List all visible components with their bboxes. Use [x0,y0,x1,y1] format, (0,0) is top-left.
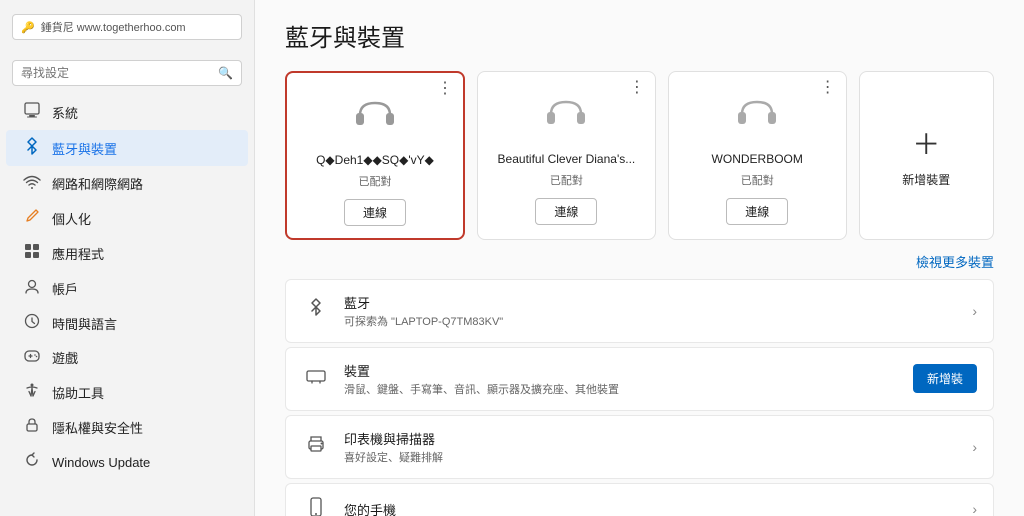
bluetooth-settings-icon [302,298,330,323]
address-icon: 🔑 [21,21,35,34]
devices-action: 新增裝 [913,364,977,393]
privacy-icon [22,417,42,437]
sidebar-item-apps[interactable]: 應用程式 [6,236,248,270]
address-text: 錘貨尼 www.togetherhoo.com [41,19,186,35]
connect-btn-3[interactable]: 連線 [726,198,788,225]
windows-update-icon [22,452,42,472]
device-name-1: Q◆Deh1◆◆SQ◆'vY◆ [316,153,434,169]
address-bar: 🔑 錘貨尼 www.togetherhoo.com [12,14,242,40]
sidebar-item-network[interactable]: 網路和網際網路 [6,167,248,200]
device-card-1[interactable]: ⋮ Q◆Deh1◆◆SQ◆'vY◆ 已配對 連線 [285,71,465,240]
sidebar-label-windows-update: Windows Update [52,455,150,470]
printers-settings-icon [302,435,330,458]
sidebar-label-time: 時間與語言 [52,314,117,333]
add-device-card[interactable]: ＋ 新增裝置 [859,71,994,240]
phone-settings-title: 您的手機 [344,500,958,516]
phone-settings-text: 您的手機 [344,500,958,516]
device-status-2: 已配對 [550,172,583,188]
bluetooth-settings-title: 藍牙 [344,293,958,312]
sidebar-label-gaming: 遊戲 [52,348,78,367]
sidebar-label-accessibility: 協助工具 [52,383,104,402]
bluetooth-settings-sub: 可探索為 "LAPTOP-Q7TM83KV" [344,313,958,329]
device-status-1: 已配對 [359,173,392,189]
devices-settings-title: 裝置 [344,361,899,380]
page-header: 藍牙與裝置 [255,0,1024,63]
accessibility-icon [22,382,42,402]
sidebar-item-privacy[interactable]: 隱私權與安全性 [6,410,248,444]
bluetooth-settings-row[interactable]: 藍牙 可探索為 "LAPTOP-Q7TM83KV" › [285,279,994,343]
sidebar-label-apps: 應用程式 [52,244,104,263]
sidebar-item-system[interactable]: 系統 [6,95,248,129]
headphone-icon-2 [543,94,589,142]
view-more-link[interactable]: 檢視更多裝置 [916,252,994,271]
sidebar-item-personalization[interactable]: 個人化 [6,201,248,235]
gaming-icon [22,349,42,367]
nav-items: 系統 藍牙與裝置 網路和網際網路 個人化 應用程 [0,94,254,516]
sidebar: 🔑 錘貨尼 www.togetherhoo.com 🔍 系統 藍牙與裝置 網路 [0,0,255,516]
add-device-button[interactable]: 新增裝 [913,364,977,393]
printers-settings-sub: 喜好設定、疑難排解 [344,449,958,465]
settings-section: 藍牙 可探索為 "LAPTOP-Q7TM83KV" › 裝置 滑鼠、鍵盤、手寫筆… [255,279,1024,516]
network-icon [22,175,42,193]
sidebar-item-gaming[interactable]: 遊戲 [6,341,248,374]
add-device-icon: ＋ [912,123,940,163]
printers-settings-text: 印表機與掃描器 喜好設定、疑難排解 [344,429,958,465]
device-card-3[interactable]: ⋮ WONDERBOOM 已配對 連線 [668,71,847,240]
sidebar-label-personalization: 個人化 [52,209,91,228]
sidebar-item-accounts[interactable]: 帳戶 [6,271,248,305]
search-input[interactable] [21,66,212,80]
more-menu-btn-3[interactable]: ⋮ [820,80,836,96]
device-name-2: Beautiful Clever Diana's... [498,152,636,168]
page-title: 藍牙與裝置 [285,18,994,53]
personalization-icon [22,208,42,228]
bluetooth-arrow-icon: › [972,303,977,319]
sidebar-label-privacy: 隱私權與安全性 [52,418,143,437]
search-box[interactable]: 🔍 [12,60,242,86]
sidebar-label-system: 系統 [52,103,78,122]
sidebar-item-time[interactable]: 時間與語言 [6,306,248,340]
search-icon: 🔍 [218,66,233,80]
sidebar-item-accessibility[interactable]: 協助工具 [6,375,248,409]
sidebar-item-windows-update[interactable]: Windows Update [6,445,248,479]
sidebar-item-bluetooth[interactable]: 藍牙與裝置 [6,130,248,166]
accounts-icon [22,278,42,298]
devices-settings-icon [302,368,330,389]
printers-arrow-icon: › [972,439,977,455]
headphone-icon-1 [352,95,398,143]
sidebar-label-bluetooth: 藍牙與裝置 [52,139,117,158]
device-card-2[interactable]: ⋮ Beautiful Clever Diana's... 已配對 連線 [477,71,656,240]
connect-btn-1[interactable]: 連線 [344,199,406,226]
more-menu-btn-2[interactable]: ⋮ [629,80,645,96]
apps-icon [22,243,42,263]
phone-arrow-icon: › [972,501,977,516]
sidebar-label-accounts: 帳戶 [52,279,78,298]
devices-settings-text: 裝置 滑鼠、鍵盤、手寫筆、音訊、顯示器及擴充座、其他裝置 [344,361,899,397]
sidebar-top: 🔑 錘貨尼 www.togetherhoo.com [0,0,254,50]
bluetooth-settings-text: 藍牙 可探索為 "LAPTOP-Q7TM83KV" [344,293,958,329]
devices-settings-row[interactable]: 裝置 滑鼠、鍵盤、手寫筆、音訊、顯示器及擴充座、其他裝置 新增裝 [285,347,994,411]
system-icon [22,102,42,122]
printers-settings-title: 印表機與掃描器 [344,429,958,448]
printers-settings-row[interactable]: 印表機與掃描器 喜好設定、疑難排解 › [285,415,994,479]
device-cards-row: ⋮ Q◆Deh1◆◆SQ◆'vY◆ 已配對 連線 ⋮ [255,63,1024,252]
devices-settings-sub: 滑鼠、鍵盤、手寫筆、音訊、顯示器及擴充座、其他裝置 [344,381,899,397]
phone-settings-icon [302,497,330,516]
time-icon [22,313,42,333]
phone-settings-row[interactable]: 您的手機 › [285,483,994,516]
bluetooth-icon [22,137,42,159]
connect-btn-2[interactable]: 連線 [535,198,597,225]
headphone-icon-3 [734,94,780,142]
device-name-3: WONDERBOOM [712,152,803,168]
view-more-row: 檢視更多裝置 [255,252,1024,279]
sidebar-label-network: 網路和網際網路 [52,174,143,193]
add-device-label: 新增裝置 [902,171,950,188]
main-content: 藍牙與裝置 ⋮ Q◆Deh1◆◆SQ◆'vY◆ 已配對 連線 ⋮ [255,0,1024,516]
more-menu-btn-1[interactable]: ⋮ [437,81,453,97]
device-status-3: 已配對 [741,172,774,188]
